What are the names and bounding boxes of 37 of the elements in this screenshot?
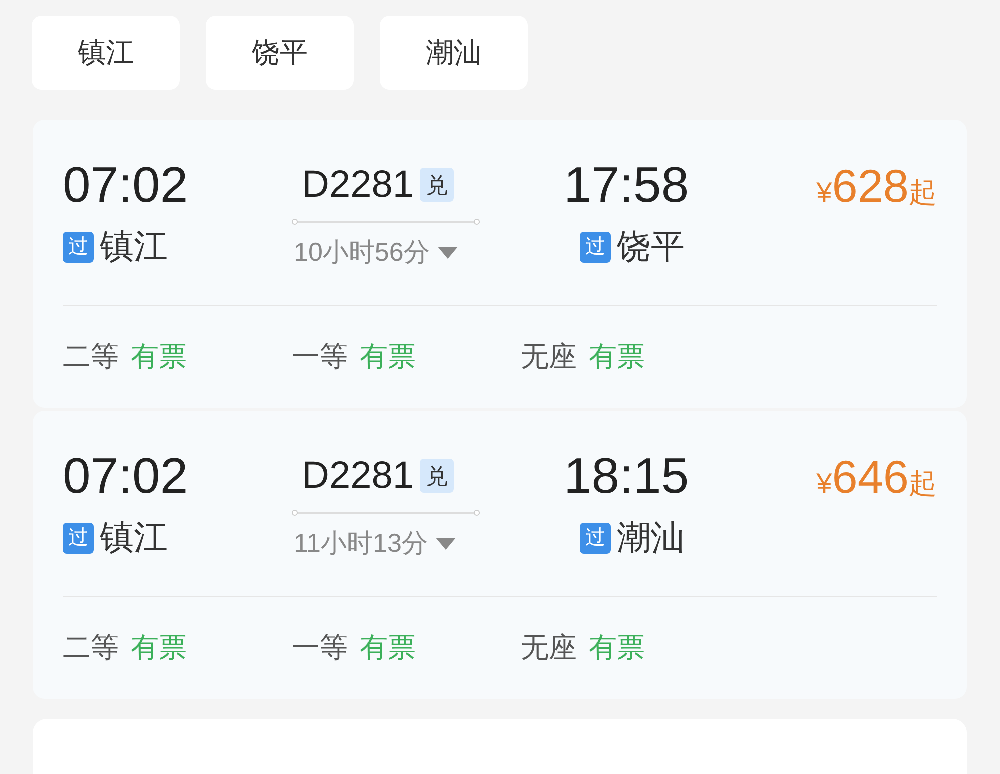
ticket-availability: 有票 [589, 631, 645, 665]
pass-through-badge: 过 [63, 522, 94, 554]
arrival-time: 17:58 [564, 156, 690, 215]
pass-through-badge: 过 [580, 232, 611, 262]
train-tag: 兑 [420, 168, 454, 202]
ticket-availability: 有票 [360, 631, 416, 665]
seat-class: 无座 [521, 631, 577, 665]
pass-through-badge: 过 [580, 522, 611, 554]
departure-time: 07:02 [63, 156, 190, 215]
seat-class: 二等 [63, 340, 119, 374]
seat-class: 无座 [521, 340, 577, 374]
train-tag: 兑 [420, 459, 454, 493]
price: ¥628起 [816, 159, 937, 214]
ticket-availability: 有票 [589, 340, 645, 374]
ticket-availability: 有票 [360, 340, 416, 374]
train-card[interactable]: 07:02 过 镇江 D2281 兑 10小时56分 17:58 过 饶平 ¥628起 二等 有票 一等 有票 无座 有票 [33, 120, 967, 408]
seat-class: 一等 [292, 631, 348, 665]
arrival-station: 饶平 [617, 227, 685, 267]
train-number: D2281 [302, 162, 414, 208]
station-chip[interactable]: 潮汕 [380, 16, 528, 90]
dropdown-triangle-icon[interactable] [438, 246, 458, 258]
departure-time: 07:02 [63, 447, 190, 506]
seat-class: 二等 [63, 631, 119, 665]
price: ¥646起 [816, 450, 937, 505]
pass-through-badge: 过 [63, 232, 94, 262]
train-number: D2281 [302, 454, 414, 498]
arrival-station: 潮汕 [617, 518, 685, 558]
dropdown-triangle-icon[interactable] [436, 538, 456, 550]
station-chip[interactable]: 饶平 [206, 16, 354, 90]
station-chip[interactable]: 镇江 [32, 16, 180, 90]
departure-station: 镇江 [100, 227, 168, 267]
ticket-availability: 有票 [131, 340, 187, 374]
arrival-time: 18:15 [564, 447, 690, 506]
departure-station: 镇江 [100, 518, 168, 558]
seat-class: 一等 [292, 340, 348, 374]
train-card[interactable]: 07:02 过 镇江 D2281 兑 11小时13分 18:15 过 潮汕 ¥646起 二等 有票 一等 有票 无座 有票 [33, 411, 967, 699]
ticket-availability: 有票 [131, 631, 187, 665]
